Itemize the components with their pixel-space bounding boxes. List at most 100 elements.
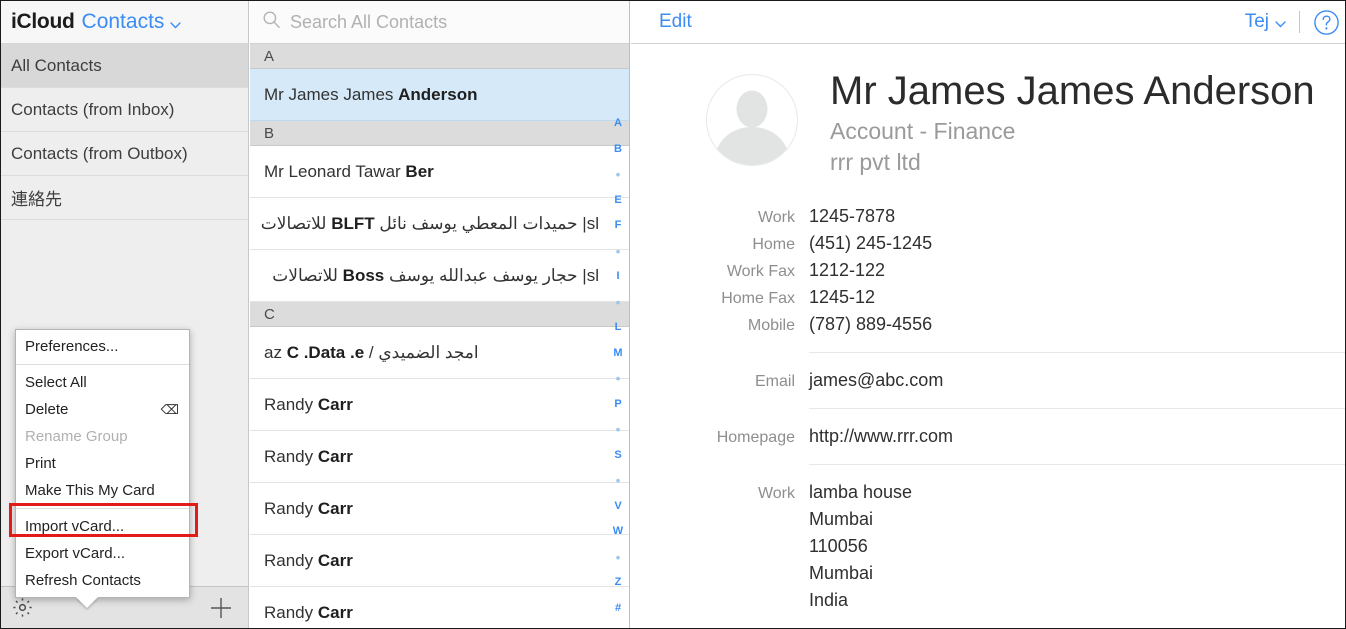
contact-row-name: Randy Carr [264, 446, 353, 466]
list-item[interactable]: az C .Data .e / امجد الضميدي [250, 327, 629, 379]
section-header-A: A [250, 44, 629, 69]
alpha-index-M[interactable]: M [613, 341, 622, 367]
contact-card-header: Mr James James Anderson Account - Financ… [631, 69, 1345, 178]
toolbar-divider [1299, 11, 1300, 33]
contact-organization: rrr pvt ltd [830, 149, 921, 176]
menu-item-label: Make This My Card [25, 482, 155, 499]
menu-item-make-this-my-card[interactable]: Make This My Card [16, 477, 189, 504]
alpha-index-B[interactable]: B [614, 137, 622, 163]
menu-item-label: Print [25, 455, 56, 472]
alpha-index-E[interactable]: E [614, 188, 621, 214]
contact-row-name: Randy Carr [264, 602, 353, 622]
alpha-index-A[interactable]: A [614, 111, 622, 137]
menu-item-refresh-contacts[interactable]: Refresh Contacts [16, 567, 189, 594]
sidebar-item-3[interactable]: Contacts (from Outbox) [1, 132, 248, 176]
search-icon [262, 10, 281, 34]
phone-field-label: Work [757, 209, 795, 227]
sidebar-header: iCloud Contacts [1, 1, 248, 44]
phone-field-value[interactable]: 1212-122 [809, 257, 885, 284]
alpha-index-dot[interactable]: • [616, 366, 621, 392]
help-circle-icon[interactable] [1313, 9, 1340, 36]
person-placeholder-avatar [706, 74, 798, 166]
sidebar: iCloud Contacts All Contacts Contacts (fr… [1, 1, 249, 628]
phone-field-value[interactable]: (451) 245-1245 [809, 230, 932, 257]
alpha-index-dot[interactable]: • [616, 545, 621, 571]
menu-item-select-all[interactable]: Select All [16, 369, 189, 396]
contact-row-name: Mr Leonard Tawar Ber [264, 161, 434, 181]
alpha-index-dot[interactable]: • [616, 417, 621, 443]
list-item[interactable]: Randy Carr [250, 379, 629, 431]
sidebar-item-4[interactable]: 連絡先 [1, 176, 248, 220]
homepage-field-row: Homepage http://www.rrr.com [631, 423, 1345, 450]
address-line: India [809, 590, 849, 611]
phone-field-row: Home (451) 245-1245 [631, 230, 1345, 257]
contact-name: Mr James James Anderson [830, 69, 1315, 113]
icloud-contacts-window: iCloud Contacts All Contacts Contacts (fr… [0, 0, 1346, 629]
contact-row-name: Randy Carr [264, 550, 353, 570]
alpha-index-dot[interactable]: • [616, 162, 621, 188]
list-item[interactable]: Randy Carr [250, 431, 629, 483]
app-name-contacts[interactable]: Contacts [82, 10, 165, 34]
alphabet-index[interactable]: A B • E F • I • L M • P • S • V W • Z # [607, 45, 629, 628]
menu-item-label: Rename Group [25, 428, 128, 445]
contact-row-name: Mr James James Anderson [264, 84, 478, 104]
list-item[interactable]: sl| حميدات المعطي يوسف نائل BLFT للاتصال… [250, 198, 629, 250]
add-contact-button[interactable] [208, 595, 234, 621]
alpha-index-W[interactable]: W [613, 519, 623, 545]
alpha-index-L[interactable]: L [615, 315, 622, 341]
settings-context-menu[interactable]: Preferences... Select All Delete ⌫ Rename Gr… [9, 329, 198, 608]
alpha-index-dot[interactable]: • [616, 290, 621, 316]
search-bar [250, 1, 629, 44]
email-field-label: Email [754, 373, 795, 391]
sidebar-item-2[interactable]: Contacts (from Inbox) [1, 88, 248, 132]
menu-item-label: Preferences... [25, 338, 119, 355]
phone-field-row: Work 1245-7878 [631, 203, 1345, 230]
phone-field-label: Mobile [747, 317, 795, 335]
phone-field-value[interactable]: 1245-12 [809, 284, 875, 311]
contacts-rows: A Mr James James Anderson B Mr Leonard Tawa… [250, 44, 629, 628]
edit-button[interactable]: Edit [659, 11, 692, 33]
contact-row-name: sl| حميدات المعطي يوسف نائل BLFT للاتصال… [260, 213, 599, 233]
contact-row-name: az C .Data .e / امجد الضميدي [264, 342, 479, 362]
field-divider [809, 408, 1345, 410]
alpha-index-V[interactable]: V [614, 494, 621, 520]
list-item[interactable]: Randy Carr [250, 587, 629, 628]
address-field-row: Work lamba house Mumbai 110056 Mumbai India [631, 479, 1345, 614]
list-item[interactable]: Mr Leonard Tawar Ber [250, 146, 629, 198]
gear-icon[interactable] [11, 596, 34, 619]
list-item[interactable]: Mr James James Anderson [250, 69, 629, 121]
alpha-index-P[interactable]: P [614, 392, 621, 418]
menu-item-label: Select All [25, 374, 87, 391]
section-header-B: B [250, 121, 629, 146]
menu-item-export-vcard[interactable]: Export vCard... [16, 540, 189, 567]
chevron-down-icon[interactable] [1275, 17, 1286, 31]
phone-field-value[interactable]: (787) 889-4556 [809, 311, 932, 338]
sidebar-item-1[interactable]: All Contacts [1, 44, 248, 88]
list-item[interactable]: sl| حجار يوسف عبدالله يوسف Boss للاتصالا… [250, 250, 629, 302]
menu-item-preferences[interactable]: Preferences... [16, 333, 189, 360]
alpha-index-Z[interactable]: Z [615, 570, 622, 596]
homepage-field-value[interactable]: http://www.rrr.com [809, 423, 953, 450]
alpha-index-I[interactable]: I [616, 264, 619, 290]
chevron-down-icon[interactable] [170, 18, 182, 31]
menu-item-delete[interactable]: Delete ⌫ [16, 396, 189, 423]
alpha-index-dot[interactable]: • [616, 239, 621, 265]
alpha-index-F[interactable]: F [615, 213, 622, 239]
list-item[interactable]: Randy Carr [250, 535, 629, 587]
account-menu-button[interactable]: Tej [1245, 11, 1269, 33]
menu-item-import-vcard[interactable]: Import vCard... [16, 513, 189, 540]
address-field-value: lamba house Mumbai 110056 Mumbai India [809, 479, 912, 614]
menu-separator [16, 364, 189, 365]
phone-field-value[interactable]: 1245-7878 [809, 203, 895, 230]
phone-field-label: Work Fax [726, 263, 795, 281]
phone-field-row: Mobile (787) 889-4556 [631, 311, 1345, 338]
menu-item-print[interactable]: Print [16, 450, 189, 477]
field-divider [809, 352, 1345, 354]
alpha-index-S[interactable]: S [614, 443, 621, 469]
contacts-list-column: A Mr James James Anderson B Mr Leonard Tawa… [250, 1, 630, 628]
email-field-value[interactable]: james@abc.com [809, 367, 943, 394]
alpha-index-dot[interactable]: • [616, 468, 621, 494]
list-item[interactable]: Randy Carr [250, 483, 629, 535]
alpha-index-#[interactable]: # [615, 596, 621, 622]
search-input[interactable] [290, 11, 590, 33]
